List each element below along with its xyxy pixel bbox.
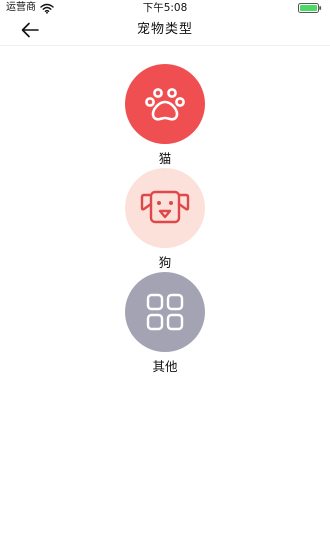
- pet-label-cat: 猫: [158, 151, 172, 166]
- paw-icon: [145, 88, 185, 121]
- pet-icon-circle[interactable]: [125, 272, 205, 352]
- pet-option-other[interactable]: 其他: [0, 272, 330, 374]
- pet-option-cat[interactable]: 猫: [0, 64, 330, 166]
- pet-option-dog[interactable]: 狗: [0, 168, 330, 270]
- pet-icon-circle[interactable]: [125, 64, 205, 144]
- pet-label-other: 其他: [152, 359, 178, 374]
- grid-icon: [146, 293, 184, 331]
- battery-icon: [298, 3, 322, 13]
- nav-bar: 宠物类型: [0, 16, 330, 46]
- page-title: 宠物类型: [136, 22, 193, 37]
- dog-face-icon: [140, 190, 190, 224]
- pet-label-dog: 狗: [158, 255, 172, 270]
- status-bar: 运营商 下午5:08: [0, 0, 330, 16]
- pet-icon-circle[interactable]: [125, 168, 205, 248]
- status-time: 下午5:08: [142, 2, 188, 14]
